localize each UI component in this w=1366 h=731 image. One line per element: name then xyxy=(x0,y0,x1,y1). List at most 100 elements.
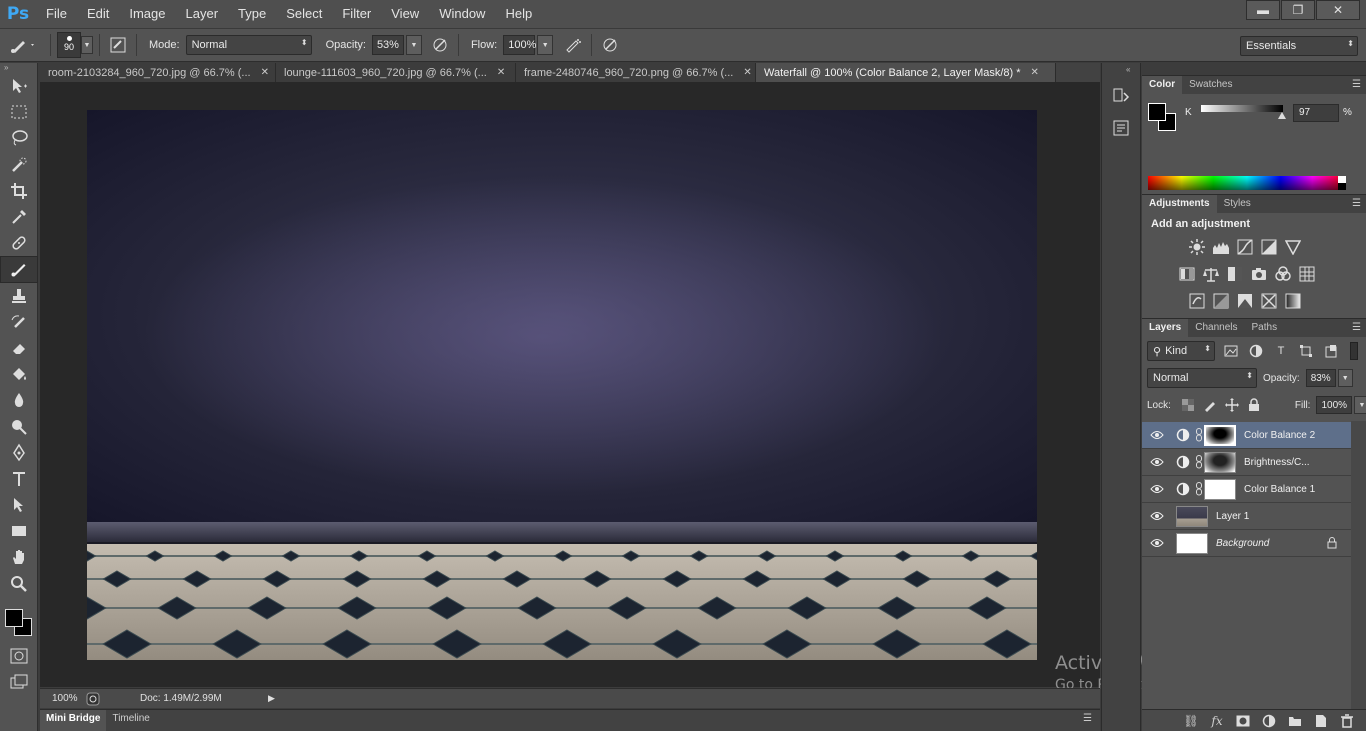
color-lookup-button[interactable] xyxy=(1297,264,1316,283)
layer-row-color-balance-2[interactable]: Color Balance 2 xyxy=(1142,422,1351,449)
workspace-select[interactable]: Essentials ⬍ xyxy=(1240,36,1358,56)
layer-opacity-dropdown[interactable]: ▼ xyxy=(1337,369,1353,387)
document-canvas[interactable] xyxy=(87,110,1037,660)
delete-layer-button[interactable] xyxy=(1334,713,1360,728)
tab-styles[interactable]: Styles xyxy=(1217,195,1258,213)
new-adjustment-layer-button[interactable] xyxy=(1256,714,1282,728)
lock-image-pixels-button[interactable] xyxy=(1201,396,1219,414)
filter-smart-objects-button[interactable] xyxy=(1322,342,1340,360)
panel-menu-icon[interactable]: ☰ xyxy=(1083,713,1092,724)
curves-button[interactable] xyxy=(1235,237,1254,256)
vibrance-button[interactable] xyxy=(1283,237,1302,256)
minimize-button[interactable]: ▬ xyxy=(1246,0,1280,20)
link-chain-icon[interactable] xyxy=(1194,428,1204,442)
color-spectrum-ramp[interactable] xyxy=(1148,176,1346,190)
panel-menu-icon[interactable]: ☰ xyxy=(1352,79,1361,90)
layer-kind-filter-select[interactable]: ⚲ Kind ⬍ xyxy=(1147,341,1215,361)
panel-grip-icon[interactable]: » xyxy=(0,63,37,73)
layer-thumbnail[interactable] xyxy=(1176,505,1208,527)
layer-style-button[interactable]: fx xyxy=(1204,714,1230,728)
brush-size-preview[interactable]: 90 xyxy=(57,32,81,58)
menu-view[interactable]: View xyxy=(381,0,429,28)
hue-saturation-button[interactable] xyxy=(1177,264,1196,283)
panel-menu-icon[interactable]: ☰ xyxy=(1352,322,1361,333)
brush-tool[interactable] xyxy=(0,256,38,283)
layer-row-background[interactable]: Background xyxy=(1142,530,1351,557)
menu-window[interactable]: Window xyxy=(429,0,495,28)
layer-mask-thumbnail[interactable] xyxy=(1204,478,1236,500)
brightness-contrast-button[interactable] xyxy=(1187,237,1206,256)
mode-select[interactable]: Normal ⬍ xyxy=(185,35,312,55)
pen-tool[interactable] xyxy=(0,440,38,466)
layer-row-color-balance-1[interactable]: Color Balance 1 xyxy=(1142,476,1351,503)
channel-mixer-button[interactable] xyxy=(1273,264,1292,283)
path-selection-tool[interactable] xyxy=(0,492,38,518)
new-layer-button[interactable] xyxy=(1308,714,1334,728)
tab-swatches[interactable]: Swatches xyxy=(1182,76,1239,94)
tool-preset-picker[interactable] xyxy=(0,31,44,59)
tab-adjustments[interactable]: Adjustments xyxy=(1142,195,1217,213)
quick-selection-tool[interactable] xyxy=(0,152,38,178)
flow-slider-dropdown[interactable]: ▼ xyxy=(537,35,554,55)
tab-mini-bridge[interactable]: Mini Bridge xyxy=(40,710,107,731)
close-icon[interactable]: ✕ xyxy=(261,67,269,78)
foreground-color-swatch[interactable] xyxy=(1148,103,1166,121)
blend-mode-select[interactable]: Normal ⬍ xyxy=(1147,368,1257,388)
levels-button[interactable] xyxy=(1211,237,1230,256)
layer-row-layer-1[interactable]: Layer 1 xyxy=(1142,503,1351,530)
lock-position-button[interactable] xyxy=(1223,396,1241,414)
brush-picker-dropdown[interactable]: ▼ xyxy=(81,36,93,54)
document-tab-frame[interactable]: frame-2480746_960_720.png @ 66.7% (... ✕ xyxy=(516,63,756,82)
k-slider-track[interactable] xyxy=(1201,105,1283,112)
layer-opacity-input[interactable]: 83% xyxy=(1305,369,1336,387)
black-white-ramp[interactable] xyxy=(1338,176,1346,190)
close-icon[interactable]: ✕ xyxy=(743,67,751,78)
screen-mode-button[interactable] xyxy=(0,669,38,695)
new-group-button[interactable] xyxy=(1282,715,1308,727)
add-mask-button[interactable] xyxy=(1230,715,1256,727)
menu-edit[interactable]: Edit xyxy=(77,0,119,28)
visibility-eye-icon[interactable] xyxy=(1142,457,1172,467)
flow-input[interactable]: 100% xyxy=(503,35,536,55)
tab-channels[interactable]: Channels xyxy=(1188,319,1244,337)
tab-color[interactable]: Color xyxy=(1142,76,1183,94)
link-chain-icon[interactable] xyxy=(1194,482,1204,496)
layer-thumbnail[interactable] xyxy=(1176,532,1208,554)
filter-shape-layers-button[interactable] xyxy=(1297,342,1315,360)
selective-color-button[interactable] xyxy=(1259,291,1278,310)
document-tab-waterfall[interactable]: Waterfall @ 100% (Color Balance 2, Layer… xyxy=(756,63,1056,82)
rectangle-tool[interactable] xyxy=(0,518,38,544)
color-balance-button[interactable] xyxy=(1201,264,1220,283)
menu-file[interactable]: File xyxy=(36,0,77,28)
layer-row-brightness-contrast[interactable]: Brightness/C... xyxy=(1142,449,1351,476)
hand-tool[interactable] xyxy=(0,544,38,570)
fill-dropdown[interactable]: ▼ xyxy=(1354,396,1366,414)
pressure-opacity-button[interactable] xyxy=(428,34,452,56)
menu-layer[interactable]: Layer xyxy=(176,0,229,28)
status-menu-arrow-icon[interactable]: ▶ xyxy=(268,693,275,704)
menu-image[interactable]: Image xyxy=(119,0,175,28)
clone-stamp-tool[interactable] xyxy=(0,283,38,309)
black-white-button[interactable] xyxy=(1225,264,1244,283)
tab-paths[interactable]: Paths xyxy=(1245,319,1285,337)
restore-button[interactable]: ❐ xyxy=(1281,0,1315,20)
eraser-tool[interactable] xyxy=(0,335,38,361)
history-panel-button[interactable] xyxy=(1108,84,1134,108)
close-icon[interactable]: ✕ xyxy=(1031,67,1039,78)
status-share-icon[interactable] xyxy=(86,692,100,706)
visibility-eye-icon[interactable] xyxy=(1142,538,1172,548)
opacity-input[interactable]: 53% xyxy=(371,35,404,55)
filter-adjustment-layers-button[interactable] xyxy=(1247,342,1265,360)
crop-tool[interactable] xyxy=(0,178,38,204)
paint-bucket-tool[interactable] xyxy=(0,361,38,387)
tab-layers[interactable]: Layers xyxy=(1142,319,1189,337)
lock-all-button[interactable] xyxy=(1245,396,1263,414)
tab-timeline[interactable]: Timeline xyxy=(106,710,155,731)
zoom-tool[interactable] xyxy=(0,571,38,597)
quick-mask-button[interactable] xyxy=(0,643,38,669)
filter-pixel-layers-button[interactable] xyxy=(1222,342,1240,360)
k-slider-thumb[interactable] xyxy=(1278,112,1286,119)
menu-select[interactable]: Select xyxy=(276,0,332,28)
history-brush-tool[interactable] xyxy=(0,309,38,335)
properties-panel-button[interactable] xyxy=(1108,116,1134,140)
